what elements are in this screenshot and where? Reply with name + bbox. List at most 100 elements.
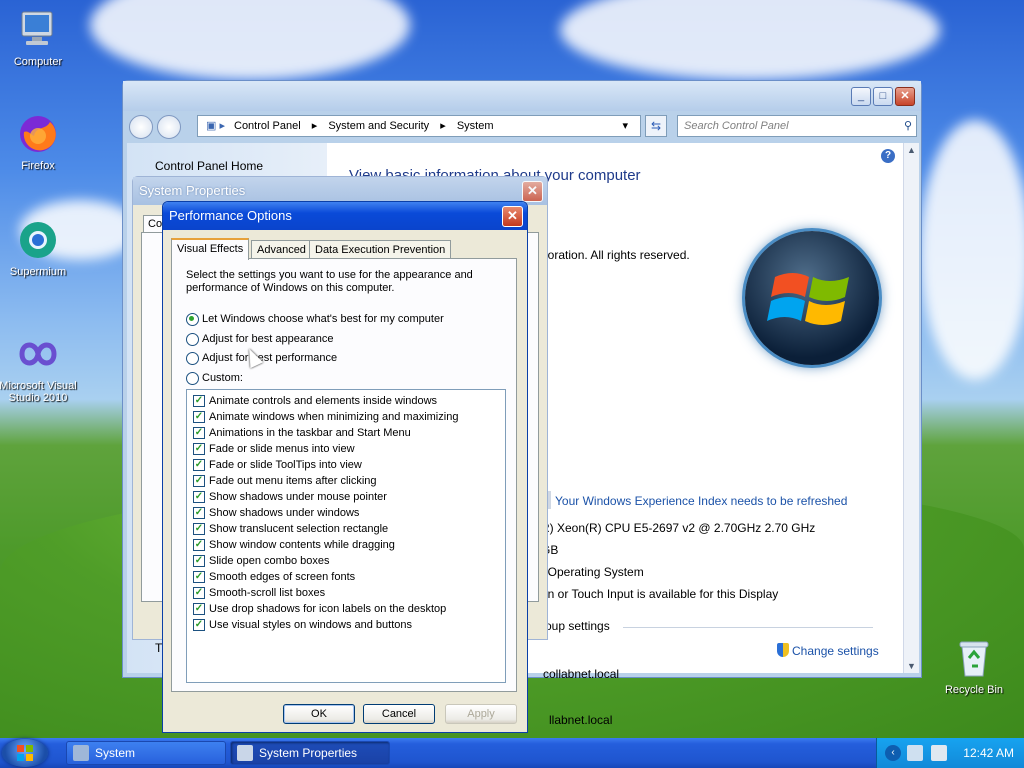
breadcrumb-system-security[interactable]: System and Security [328, 120, 429, 132]
effect-label: Show shadows under mouse pointer [209, 491, 387, 503]
maximize-button[interactable]: □ [873, 87, 893, 106]
desktop-icon-label: Recycle Bin [944, 684, 1004, 696]
effect-label: Show window contents while dragging [209, 539, 395, 551]
desktop-icon-recycle-bin[interactable]: Recycle Bin [934, 636, 1014, 696]
effect-label: Fade out menu items after clicking [209, 475, 377, 487]
volume-muted-icon[interactable] [931, 745, 947, 761]
effect-label: Smooth edges of screen fonts [209, 571, 356, 583]
taskbar-item-system[interactable]: System [66, 741, 226, 765]
search-icon[interactable]: ⚲ [904, 116, 912, 136]
back-button[interactable] [129, 115, 153, 139]
network-icon[interactable] [907, 745, 923, 761]
search-input[interactable]: Search Control Panel ⚲ [677, 115, 917, 137]
effect-checkbox-item[interactable]: ✓ Animate controls and elements inside wi… [193, 393, 437, 409]
effect-checkbox-item[interactable]: ✓ Animate windows when minimizing and max… [193, 409, 458, 425]
chevron-down-icon[interactable]: ▾ [622, 116, 628, 136]
change-settings-link[interactable]: Change settings [792, 644, 879, 658]
windows-logo [745, 231, 879, 365]
checkbox-check-icon[interactable]: ✓ [193, 411, 205, 423]
help-icon[interactable]: ? [881, 149, 895, 163]
checkbox-check-icon[interactable]: ✓ [193, 491, 205, 503]
checkbox-check-icon[interactable]: ✓ [193, 475, 205, 487]
address-breadcrumb[interactable]: ▣ ▸ Control Panel ▸ System and Security … [197, 115, 641, 137]
effect-checkbox-item[interactable]: ✓ Show window contents while dragging [193, 537, 395, 553]
checkbox-check-icon[interactable]: ✓ [193, 603, 205, 615]
radio-option[interactable]: Adjust for best appearance [186, 331, 333, 347]
checkbox-check-icon[interactable]: ✓ [193, 619, 205, 631]
tab-data-execution-prevention[interactable]: Data Execution Prevention [309, 240, 452, 259]
supermium-icon [16, 218, 60, 262]
tab-visual-effects[interactable]: Visual Effects [171, 238, 250, 260]
system-icon [73, 745, 89, 761]
close-button[interactable]: ✕ [895, 87, 915, 106]
checkbox-check-icon[interactable]: ✓ [193, 427, 205, 439]
computer-icon [16, 8, 60, 52]
checkbox-check-icon[interactable]: ✓ [193, 459, 205, 471]
refresh-button[interactable]: ⇆ [645, 115, 667, 137]
chevron-right-icon: ▸ [311, 120, 318, 132]
breadcrumb-separator-icon: ▣ ▸ [206, 120, 225, 132]
effect-checkbox-item[interactable]: ✓ Use drop shadows for icon labels on the… [193, 601, 446, 617]
checkbox-check-icon[interactable]: ✓ [193, 555, 205, 567]
minimize-button[interactable]: _ [851, 87, 871, 106]
recycle-bin-icon [952, 636, 996, 680]
effects-listbox[interactable]: ✓ Animate controls and elements inside wi… [186, 389, 506, 683]
effect-checkbox-item[interactable]: ✓ Use visual styles on windows and button… [193, 617, 412, 633]
checkbox-check-icon[interactable]: ✓ [193, 395, 205, 407]
checkbox-check-icon[interactable]: ✓ [193, 507, 205, 519]
effect-checkbox-item[interactable]: ✓ Smooth edges of screen fonts [193, 569, 355, 585]
scroll-down-icon[interactable]: ▼ [907, 661, 916, 671]
checkbox-check-icon[interactable]: ✓ [193, 571, 205, 583]
performance-options-titlebar[interactable]: Performance Options [163, 202, 527, 230]
address-bar-row: ▣ ▸ Control Panel ▸ System and Security … [127, 113, 919, 141]
desktop-icon-label: Microsoft Visual Studio 2010 [0, 380, 77, 404]
breadcrumb-control-panel[interactable]: Control Panel [234, 120, 301, 132]
checkbox-check-icon[interactable]: ✓ [193, 523, 205, 535]
close-button[interactable]: ✕ [502, 206, 523, 227]
radio-option[interactable]: Let Windows choose what's best for my co… [186, 311, 444, 327]
effect-checkbox-item[interactable]: ✓ Show translucent selection rectangle [193, 521, 388, 537]
effect-checkbox-item[interactable]: ✓ Smooth-scroll list boxes [193, 585, 325, 601]
tab-advanced[interactable]: Advanced [251, 240, 312, 259]
desktop-icon-visual-studio[interactable]: Microsoft Visual Studio 2010 [0, 332, 78, 404]
checkbox-check-icon[interactable]: ✓ [193, 539, 205, 551]
ok-button[interactable]: OK [283, 704, 355, 724]
checkbox-check-icon[interactable]: ✓ [193, 587, 205, 599]
effect-label: Use visual styles on windows and buttons [209, 619, 412, 631]
visual-studio-icon [16, 332, 60, 376]
scroll-up-icon[interactable]: ▲ [907, 145, 916, 155]
desktop-icon-firefox[interactable]: Firefox [0, 112, 78, 172]
pen-touch-value: en or Touch Input is available for this … [541, 587, 779, 601]
effect-label: Use drop shadows for icon labels on the … [209, 603, 447, 615]
checkbox-check-icon[interactable]: ✓ [193, 443, 205, 455]
uac-shield-icon [777, 643, 789, 657]
effect-checkbox-item[interactable]: ✓ Fade out menu items after clicking [193, 473, 377, 489]
desktop-icon-label: Firefox [21, 160, 55, 172]
control-panel-home-link[interactable]: Control Panel Home [155, 159, 263, 173]
performance-options-dialog: Performance Options ✕ Visual Effects Adv… [162, 201, 528, 733]
radio-option[interactable]: Custom: [186, 370, 243, 386]
apply-button[interactable]: Apply [445, 704, 517, 724]
system-tray: ‹ 12:42 AM [876, 738, 1024, 768]
effect-checkbox-item[interactable]: ✓ Show shadows under mouse pointer [193, 489, 387, 505]
desktop-icon-computer[interactable]: Computer [0, 8, 78, 68]
vertical-scrollbar[interactable]: ▲ ▼ [903, 143, 919, 673]
effect-checkbox-item[interactable]: ✓ Animations in the taskbar and Start Men… [193, 425, 411, 441]
windows-experience-index-link[interactable]: Your Windows Experience Index needs to b… [555, 494, 847, 508]
control-panel-titlebar[interactable] [123, 81, 921, 111]
effect-checkbox-item[interactable]: ✓ Slide open combo boxes [193, 553, 329, 569]
effect-checkbox-item[interactable]: ✓ Show shadows under windows [193, 505, 359, 521]
desktop-icon-supermium[interactable]: Supermium [0, 218, 78, 278]
effect-label: Show translucent selection rectangle [209, 523, 389, 535]
breadcrumb-system[interactable]: System [457, 120, 494, 132]
start-button[interactable] [2, 739, 48, 767]
cancel-button[interactable]: Cancel [363, 704, 435, 724]
clock[interactable]: 12:42 AM [963, 738, 1014, 768]
effect-checkbox-item[interactable]: ✓ Fade or slide ToolTips into view [193, 457, 362, 473]
system-properties-icon [237, 745, 253, 761]
close-button[interactable]: ✕ [522, 181, 543, 202]
tray-expand-icon[interactable]: ‹ [885, 745, 901, 761]
effect-checkbox-item[interactable]: ✓ Fade or slide menus into view [193, 441, 355, 457]
forward-button[interactable] [157, 115, 181, 139]
taskbar-item-system-properties[interactable]: System Properties [230, 741, 390, 765]
